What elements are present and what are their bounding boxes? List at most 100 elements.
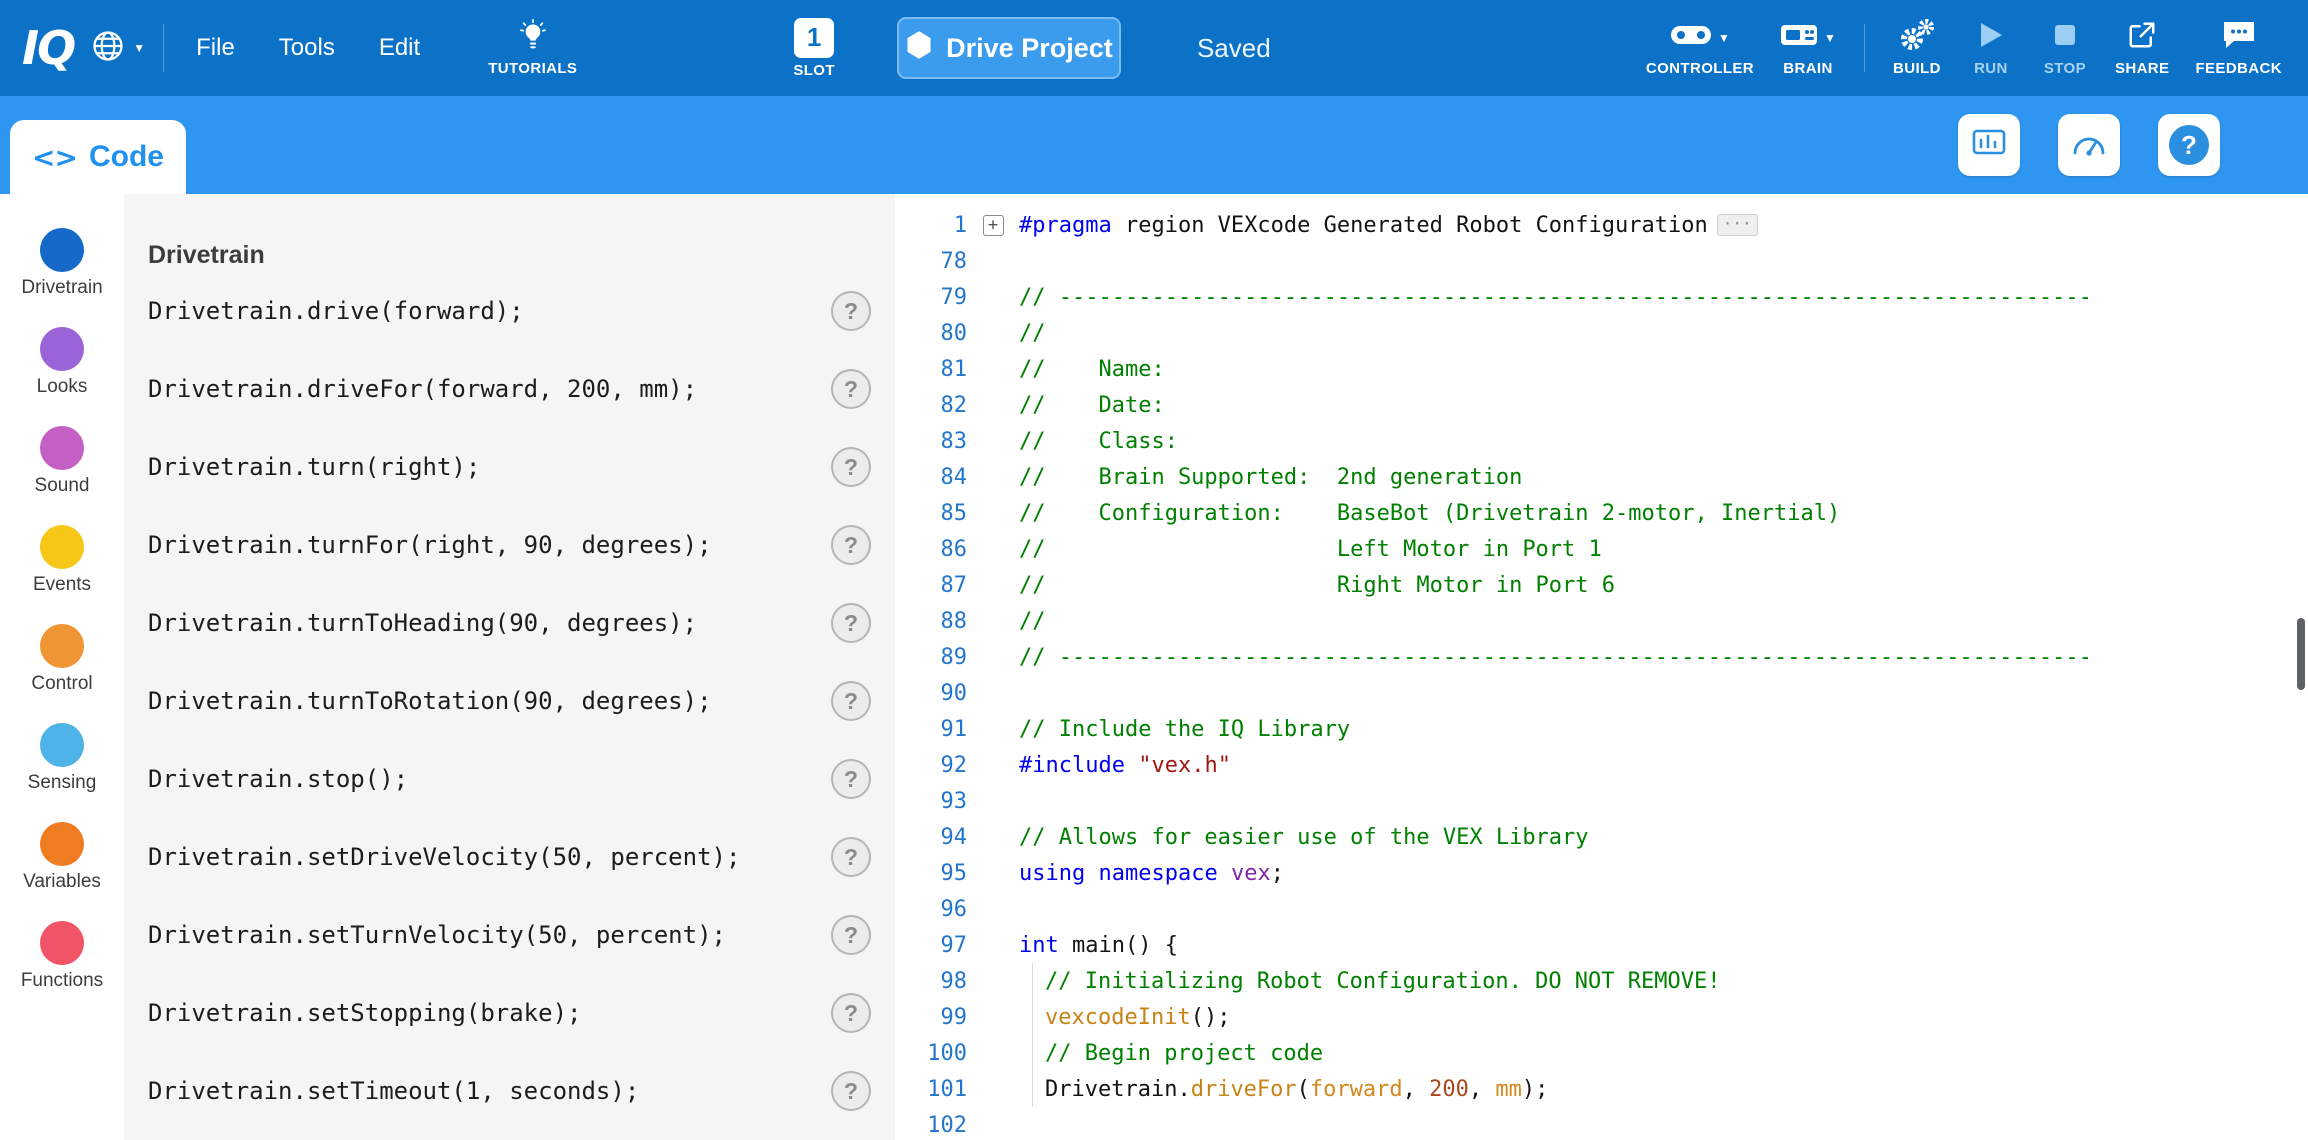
code-brackets-icon: <>	[32, 141, 77, 174]
line-number: 102	[895, 1113, 967, 1138]
code-token: //	[1019, 321, 1046, 346]
code-token: ,	[1469, 1077, 1496, 1102]
command-item[interactable]: Drivetrain.turnToHeading(90, degrees);?	[148, 584, 871, 662]
command-item[interactable]: Drivetrain.stop();?	[148, 740, 871, 818]
line-number: 90	[895, 681, 967, 706]
code-token: ,	[1403, 1077, 1430, 1102]
code-line: 81// Name:	[895, 351, 2308, 387]
command-item[interactable]: Drivetrain.setTurnVelocity(50, percent);…	[148, 896, 871, 974]
command-item[interactable]: Drivetrain.turnToRotation(90, degrees);?	[148, 662, 871, 740]
code-token	[1085, 861, 1098, 886]
divider	[163, 24, 164, 72]
code-line: 99vexcodeInit();	[895, 999, 2308, 1035]
chevron-down-icon: ▼	[1718, 32, 1730, 44]
slot-number-icon: 1	[794, 18, 834, 58]
line-number: 101	[895, 1077, 967, 1102]
editor-scrollbar[interactable]	[2297, 618, 2305, 690]
category-sound[interactable]: Sound	[0, 426, 124, 525]
help-button[interactable]: ?	[831, 603, 871, 643]
brain-icon	[1780, 22, 1818, 53]
menu-file[interactable]: File	[174, 34, 257, 62]
command-code: Drivetrain.setTurnVelocity(50, percent);	[148, 921, 726, 949]
controller-icon	[1670, 22, 1712, 53]
code-line: 95using namespace vex;	[895, 855, 2308, 891]
line-number: 85	[895, 501, 967, 526]
device-info-icon	[1971, 126, 2007, 165]
help-button-global[interactable]: ?	[2158, 114, 2220, 176]
help-button[interactable]: ?	[831, 1071, 871, 1111]
code-token: 200	[1429, 1077, 1469, 1102]
run-button[interactable]: RUN	[1967, 20, 2015, 77]
command-item[interactable]: Drivetrain.setDriveVelocity(50, percent)…	[148, 818, 871, 896]
build-button[interactable]: BUILD	[1893, 20, 1941, 77]
divider	[1864, 24, 1865, 72]
code-token: // Configuration: BaseBot (Drivetrain 2-…	[1019, 501, 1840, 526]
help-button[interactable]: ?	[831, 447, 871, 487]
help-button[interactable]: ?	[831, 291, 871, 331]
command-item[interactable]: Drivetrain.setStopping(brake);?	[148, 974, 871, 1052]
category-events[interactable]: Events	[0, 525, 124, 624]
command-code: Drivetrain.setDriveVelocity(50, percent)…	[148, 843, 740, 871]
code-lines: 1+#pragma region VEXcode Generated Robot…	[895, 207, 2308, 1140]
category-control[interactable]: Control	[0, 624, 124, 723]
line-number: 91	[895, 717, 967, 742]
menu-tools[interactable]: Tools	[257, 34, 357, 62]
code-line: 94// Allows for easier use of the VEX Li…	[895, 819, 2308, 855]
category-drivetrain[interactable]: Drivetrain	[0, 228, 124, 327]
command-list: Drivetrain.drive(forward);?Drivetrain.dr…	[148, 272, 871, 1130]
line-number: 86	[895, 537, 967, 562]
line-number: 92	[895, 753, 967, 778]
dashboard-button[interactable]	[2058, 114, 2120, 176]
line-number: 98	[895, 969, 967, 994]
code-line: 96	[895, 891, 2308, 927]
language-selector[interactable]: ▼	[90, 28, 145, 69]
category-functions[interactable]: Functions	[0, 921, 124, 1020]
code-token: // Brain Supported: 2nd generation	[1019, 465, 1522, 490]
command-item[interactable]: Drivetrain.drive(forward);?	[148, 272, 871, 350]
line-number: 99	[895, 1005, 967, 1030]
category-looks[interactable]: Looks	[0, 327, 124, 426]
line-number: 80	[895, 321, 967, 346]
project-name-button[interactable]: Drive Project	[897, 17, 1121, 79]
help-button[interactable]: ?	[831, 525, 871, 565]
category-sidebar: DrivetrainLooksSoundEventsControlSensing…	[0, 194, 124, 1140]
folded-code-ellipsis[interactable]: ···	[1717, 214, 1758, 236]
stop-button[interactable]: STOP	[2041, 20, 2089, 77]
indent-guide	[1019, 1035, 1045, 1071]
command-item[interactable]: Drivetrain.driveFor(forward, 200, mm);?	[148, 350, 871, 428]
code-token: //	[1019, 609, 1046, 634]
help-button[interactable]: ?	[831, 837, 871, 877]
help-button[interactable]: ?	[831, 915, 871, 955]
help-button[interactable]: ?	[831, 681, 871, 721]
line-number: 78	[895, 249, 967, 274]
help-button[interactable]: ?	[831, 369, 871, 409]
code-token: // Left Motor in Port 1	[1019, 537, 1602, 562]
line-number: 87	[895, 573, 967, 598]
command-item[interactable]: Drivetrain.turn(right);?	[148, 428, 871, 506]
category-variables[interactable]: Variables	[0, 822, 124, 921]
help-button[interactable]: ?	[831, 759, 871, 799]
code-line: 97int main() {	[895, 927, 2308, 963]
slot-button[interactable]: 1 SLOT	[793, 18, 835, 79]
help-button[interactable]: ?	[831, 993, 871, 1033]
code-token: namespace	[1098, 861, 1217, 886]
command-code: Drivetrain.turn(right);	[148, 453, 480, 481]
sensing-category-icon	[40, 723, 84, 767]
code-line: 1+#pragma region VEXcode Generated Robot…	[895, 207, 2308, 243]
variables-category-icon	[40, 822, 84, 866]
globe-icon	[90, 28, 126, 69]
device-info-button[interactable]	[1958, 114, 2020, 176]
tutorials-button[interactable]: TUTORIALS	[488, 19, 577, 77]
fold-toggle-icon[interactable]: +	[983, 215, 1004, 236]
feedback-button[interactable]: FEEDBACK	[2195, 20, 2282, 77]
share-button[interactable]: SHARE	[2115, 20, 2170, 77]
command-item[interactable]: Drivetrain.setTimeout(1, seconds);?	[148, 1052, 871, 1130]
brain-button[interactable]: ▼ BRAIN	[1780, 20, 1836, 77]
menu-edit[interactable]: Edit	[357, 34, 442, 62]
controller-button[interactable]: ▼ CONTROLLER	[1646, 20, 1754, 77]
tab-code[interactable]: <> Code	[10, 120, 186, 194]
category-sensing[interactable]: Sensing	[0, 723, 124, 822]
command-item[interactable]: Drivetrain.turnFor(right, 90, degrees);?	[148, 506, 871, 584]
code-area[interactable]: 1+#pragma region VEXcode Generated Robot…	[895, 194, 2308, 1140]
code-line: 82// Date:	[895, 387, 2308, 423]
